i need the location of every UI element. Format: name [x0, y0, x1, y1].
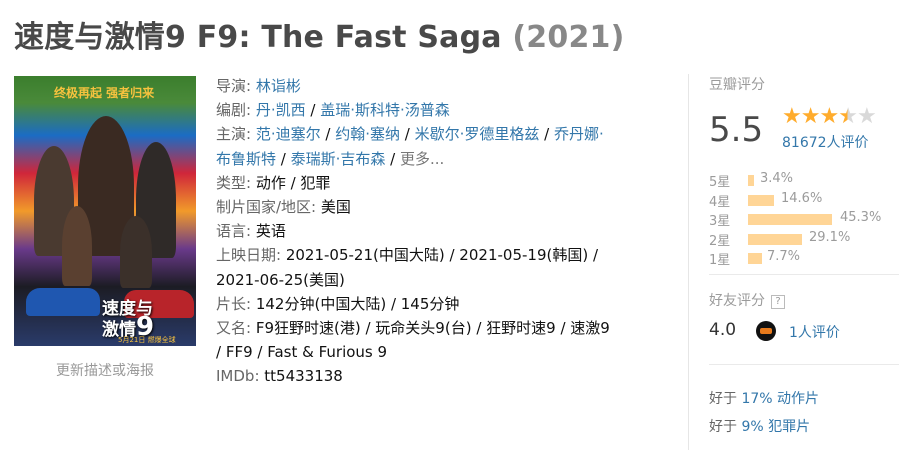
writer-row: 编剧: 丹·凯西 / 盖瑞·斯科特·汤普森	[216, 101, 450, 120]
writer-link[interactable]: 盖瑞·斯科特·汤普森	[320, 101, 450, 119]
release-value: 2021-05-21(中国大陆) / 2021-05-19(韩国) /	[285, 246, 599, 265]
aka-row-continued: / FF9 / Fast & Furious 9	[216, 343, 388, 362]
star-icon: ★	[819, 104, 839, 129]
avatar[interactable]	[756, 321, 776, 341]
imdb-value: tt5433138	[264, 367, 343, 386]
section-divider	[688, 74, 689, 450]
cast-row-continued: 布鲁斯特 / 泰瑞斯·吉布森 / 更多...	[216, 149, 445, 168]
genre-value: 动作 / 犯罪	[255, 173, 331, 192]
page-title: 速度与激情9 F9: The Fast Saga (2021)	[14, 12, 625, 56]
language-row: 语言: 英语	[216, 222, 286, 241]
aka-value: F9狂野时速(港) / 玩命关头9(台) / 狂野时速9 / 速激9	[255, 319, 610, 338]
genre-row: 类型: 动作 / 犯罪	[216, 173, 331, 192]
release-row: 上映日期: 2021-05-21(中国大陆) / 2021-05-19(韩国) …	[216, 246, 599, 265]
star-rating-icon: ★★★★★	[782, 104, 877, 129]
divider	[709, 364, 899, 365]
country-value: 美国	[320, 198, 351, 217]
friend-score: 4.0	[709, 320, 737, 340]
rating-panel: 豆瓣评分 5.5 ★★★★★ 81672人评价 5星 3.4% 4星 14.6%…	[709, 74, 899, 435]
update-poster-link[interactable]: 更新描述或海报	[14, 360, 196, 380]
movie-title: 速度与激情9 F9: The Fast Saga	[14, 20, 502, 55]
help-icon[interactable]: ?	[771, 295, 785, 309]
friend-count-link[interactable]: 1人评价	[789, 322, 840, 342]
cast-row: 主演: 范·迪塞尔 / 约翰·塞纳 / 米歇尔·罗德里格兹 / 乔丹娜·	[216, 125, 604, 144]
better-than-row: 好于 9% 犯罪片	[709, 419, 811, 435]
cast-link[interactable]: 米歇尔·罗德里格兹	[415, 125, 540, 143]
cast-link[interactable]: 布鲁斯特	[216, 150, 276, 168]
movie-poster[interactable]: 终极再起 强者归来 速度与 激情9 5月21日 燃爆全球	[14, 76, 196, 346]
histogram-row: 4星 14.6%	[709, 190, 823, 210]
star-half-icon: ★	[838, 104, 858, 129]
cast-link[interactable]: 泰瑞斯·吉布森	[291, 150, 386, 168]
histogram-row: 3星 45.3%	[709, 210, 882, 229]
better-than-link[interactable]: 17% 动作片	[741, 391, 819, 407]
poster-figure	[120, 216, 152, 288]
rating-people-link[interactable]: 81672人评价	[782, 132, 869, 152]
cast-link[interactable]: 乔丹娜·	[554, 125, 604, 143]
writer-link[interactable]: 丹·凯西	[256, 101, 306, 119]
imdb-row: IMDb: tt5433138	[216, 367, 343, 386]
histogram-bar	[748, 253, 762, 264]
country-row: 制片国家/地区: 美国	[216, 198, 351, 217]
cast-link[interactable]: 约翰·塞纳	[335, 125, 400, 143]
star-icon: ★	[800, 104, 821, 129]
poster-date: 5月21日 燃爆全球	[118, 336, 176, 344]
poster-car	[26, 288, 100, 316]
better-than-row: 好于 17% 动作片	[709, 391, 820, 407]
movie-info: 导演: 林诣彬 编剧: 丹·凯西 / 盖瑞·斯科特·汤普森 主演: 范·迪塞尔 …	[216, 74, 668, 389]
cast-more-link[interactable]: 更多...	[400, 150, 444, 168]
divider	[709, 274, 899, 275]
director-row: 导演: 林诣彬	[216, 77, 301, 95]
histogram-bar	[748, 194, 774, 206]
rating-score: 5.5	[709, 110, 764, 150]
histogram-row: 1星 7.7%	[709, 249, 801, 268]
friend-rating-label: 好友评分?	[709, 290, 785, 310]
rating-histogram: 5星 3.4% 4星 14.6% 3星 45.3% 2星 29.1% 1星 7.…	[709, 170, 899, 268]
poster-figure	[62, 206, 92, 286]
runtime-value: 142分钟(中国大陆) / 145分钟	[255, 294, 460, 313]
star-icon: ★	[782, 104, 802, 129]
better-than-link[interactable]: 9% 犯罪片	[741, 419, 810, 435]
histogram-row: 2星 29.1%	[709, 229, 851, 249]
histogram-row: 5星 3.4%	[709, 171, 794, 190]
movie-year: (2021)	[512, 20, 625, 55]
star-empty-icon: ★	[856, 104, 877, 129]
runtime-row: 片长: 142分钟(中国大陆) / 145分钟	[216, 294, 460, 313]
release-row-continued: 2021-06-25(美国)	[216, 270, 345, 289]
poster-title: 速度与 激情9	[102, 299, 155, 342]
poster-tagline: 终极再起 强者归来	[54, 86, 155, 100]
director-link[interactable]: 林诣彬	[256, 77, 301, 95]
histogram-bar	[748, 175, 754, 186]
rating-label: 豆瓣评分	[709, 77, 765, 93]
language-value: 英语	[255, 222, 286, 241]
aka-row: 又名: F9狂野时速(港) / 玩命关头9(台) / 狂野时速9 / 速激9	[216, 319, 610, 338]
histogram-bar	[748, 233, 802, 245]
cast-link[interactable]: 范·迪塞尔	[256, 125, 321, 143]
histogram-bar	[748, 214, 832, 225]
